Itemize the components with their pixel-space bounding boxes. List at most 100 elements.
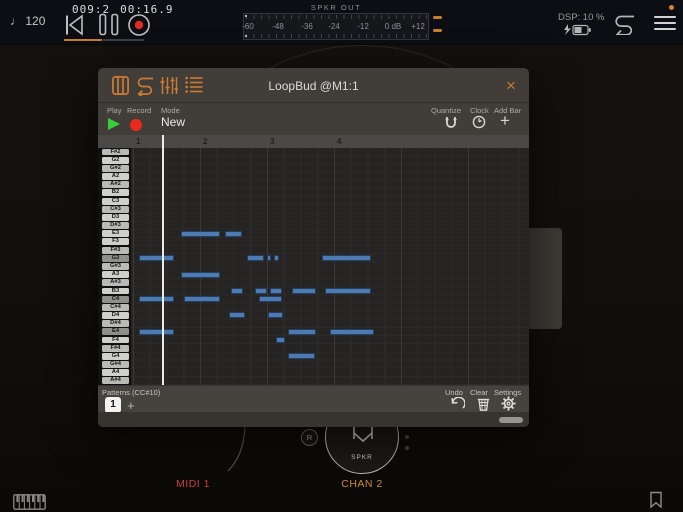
midi-note-B3[interactable] (255, 287, 267, 294)
key-label-G#2[interactable]: G#2 (102, 164, 129, 172)
piano-roll-grid[interactable] (131, 148, 529, 385)
key-label-G#4[interactable]: G#4 (102, 361, 129, 368)
key-label-F3[interactable]: F3 (102, 238, 129, 246)
key-label-A3[interactable]: A3 (102, 271, 129, 279)
horizontal-scrollbar[interactable] (499, 417, 523, 423)
window-title: LoopBud @M1:1 (268, 79, 359, 93)
key-label-C4[interactable]: C4 (102, 295, 129, 303)
audio-channel-label[interactable]: CHAN 2 (336, 478, 388, 490)
midi-note-G3[interactable] (274, 255, 279, 262)
key-label-D#3[interactable]: D#3 (102, 222, 129, 230)
midi-note-E3[interactable] (225, 230, 242, 237)
key-label-F#2[interactable]: F#2 (102, 148, 129, 156)
key-label-G4[interactable]: G4 (102, 352, 129, 360)
pause-icon[interactable] (98, 13, 120, 36)
record-arm-button[interactable]: R (301, 429, 318, 446)
bar-line (401, 148, 402, 385)
key-label-A4[interactable]: A4 (102, 369, 129, 377)
key-label-F#3[interactable]: F#3 (102, 246, 129, 254)
tempo-display[interactable]: ♩ 120 (10, 14, 45, 28)
key-label-C#3[interactable]: C#3 (102, 205, 129, 213)
key-label-D#4[interactable]: D#4 (102, 320, 129, 328)
key-label-B3[interactable]: B3 (102, 287, 129, 295)
midi-note-B3[interactable] (270, 287, 282, 294)
midi-note-G3[interactable] (247, 255, 264, 262)
rewind-icon[interactable] (64, 14, 84, 36)
midi-note-E4[interactable] (330, 328, 374, 335)
meter-tick-label: 0 dB (384, 22, 402, 31)
meter-tick-label: -36 (301, 22, 313, 31)
midi-note-E4[interactable] (288, 328, 316, 335)
key-label-G3[interactable]: G3 (102, 254, 129, 262)
midi-note-G3[interactable] (267, 255, 271, 262)
clip-indicator-bottom[interactable] (433, 29, 442, 32)
clear-trash-icon[interactable] (477, 397, 490, 411)
midi-note-E3[interactable] (181, 230, 220, 237)
mode-value[interactable]: New (161, 115, 185, 129)
close-icon[interactable]: × (500, 76, 522, 96)
routing-icon[interactable] (609, 13, 639, 35)
background-panel-edge (529, 228, 562, 329)
key-label-F4[interactable]: F4 (102, 336, 129, 344)
midi-note-B3[interactable] (231, 287, 243, 294)
midi-note-B3[interactable] (325, 287, 371, 294)
battery-icon (564, 24, 591, 36)
key-label-A2[interactable]: A2 (102, 173, 129, 180)
key-label-C#4[interactable]: C#4 (102, 303, 129, 311)
key-label-C3[interactable]: C3 (102, 197, 129, 205)
key-label-D4[interactable]: D4 (102, 312, 129, 319)
midi-note-B3[interactable] (292, 287, 316, 294)
record-icon[interactable] (127, 13, 151, 37)
clear-label: Clear (470, 388, 488, 397)
key-label-E3[interactable]: E3 (102, 230, 129, 238)
settings-gear-icon[interactable] (501, 396, 516, 411)
menu-icon[interactable] (654, 16, 676, 34)
clip-indicator-top[interactable] (433, 16, 442, 19)
clock-icon[interactable] (472, 115, 486, 129)
key-label-A#3[interactable]: A#3 (102, 279, 129, 287)
midi-note-C4[interactable] (184, 296, 220, 303)
tempo-value: 120 (25, 14, 46, 28)
key-label-D3[interactable]: D3 (102, 213, 129, 221)
meter-tick-label: +12 (411, 22, 425, 31)
quarter-note-icon: ♩ (10, 14, 22, 28)
midi-note-A3[interactable] (181, 271, 220, 278)
midi-note-G4[interactable] (288, 353, 315, 360)
key-label-G#3[interactable]: G#3 (102, 263, 129, 270)
meter-title: SPKR OUT (310, 3, 362, 12)
piano-key-labels[interactable]: F#2 G2 G#2 A2 A#2 B2 C3 C#3 D3 D#3 E3 F3 F#3 G3 G#3 A3 A… (98, 148, 131, 385)
midi-note-D4[interactable] (268, 312, 283, 319)
play-button[interactable] (108, 118, 120, 130)
midi-note-D4[interactable] (229, 312, 245, 319)
midi-note-F4[interactable] (276, 336, 285, 343)
midi-note-E4[interactable] (139, 328, 174, 335)
add-bar-button[interactable]: + (500, 111, 510, 131)
bar-number: 2 (203, 137, 208, 146)
mode-label: Mode (161, 106, 180, 115)
output-meter[interactable]: SPKR OUT -60 -48 -36 -24 -12 0 dB +12 (242, 2, 430, 42)
key-label-G2[interactable]: G2 (102, 156, 129, 164)
bookmark-icon[interactable] (649, 491, 663, 509)
midi-channel-label[interactable]: MIDI 1 (163, 478, 223, 490)
record-button[interactable] (130, 119, 142, 131)
undo-icon[interactable] (449, 397, 465, 411)
pattern-slot-1[interactable]: 1 (105, 397, 121, 413)
meter-tick-labels: -60 -48 -36 -24 -12 0 dB +12 (242, 22, 430, 32)
meter-tick-label: -12 (357, 22, 369, 31)
key-label-A#4[interactable]: A#4 (102, 377, 129, 385)
add-pattern-button[interactable]: + (127, 398, 135, 413)
key-label-F#4[interactable]: F#4 (102, 344, 129, 352)
key-label-A#2[interactable]: A#2 (102, 181, 129, 189)
playhead[interactable] (162, 135, 164, 385)
meter-tick-label: -60 (242, 22, 254, 31)
key-label-B2[interactable]: B2 (102, 189, 129, 197)
midi-note-G3[interactable] (139, 255, 174, 262)
midi-note-C4[interactable] (259, 296, 282, 303)
midi-note-C4[interactable] (139, 296, 174, 303)
midi-note-G3[interactable] (322, 255, 371, 262)
keyboard-icon[interactable] (13, 494, 46, 510)
quantize-magnet-icon[interactable] (444, 116, 458, 131)
key-label-E4[interactable]: E4 (102, 328, 129, 336)
speaker-knob-label: SPKR (351, 454, 373, 461)
channel-dial-arc (162, 45, 562, 68)
